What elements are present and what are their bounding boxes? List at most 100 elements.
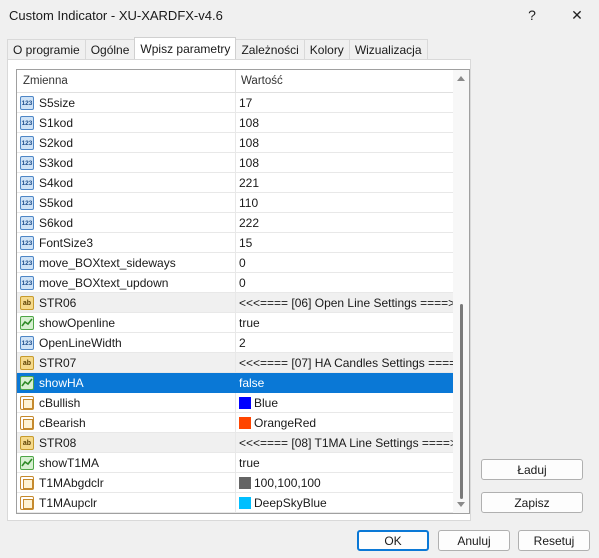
parameter-row[interactable]: showHA false (17, 373, 453, 393)
help-button[interactable]: ? (510, 0, 554, 30)
tab-colors[interactable]: Kolory (303, 39, 350, 59)
parameter-row[interactable]: cBullish Blue (17, 393, 453, 413)
parameter-name: S3kod (39, 156, 74, 170)
load-button[interactable]: Ładuj (481, 459, 583, 480)
parameter-name-cell[interactable]: 123 S5kod (17, 193, 236, 213)
parameter-value-cell[interactable]: OrangeRed (236, 413, 453, 433)
parameter-value-cell[interactable]: 100,100,100 (236, 473, 453, 493)
parameter-row[interactable]: 123 S5size 17 (17, 93, 453, 113)
parameter-name: FontSize3 (39, 236, 94, 250)
parameter-row[interactable]: T1MAbgdclr 100,100,100 (17, 473, 453, 493)
tab-inputs[interactable]: Wpisz parametry (134, 37, 237, 59)
parameter-name-cell[interactable]: cBullish (17, 393, 236, 413)
parameter-row[interactable]: 123 S5kod 110 (17, 193, 453, 213)
parameter-row[interactable]: 123 FontSize3 15 (17, 233, 453, 253)
ok-button[interactable]: OK (357, 530, 429, 551)
parameter-row[interactable]: 123 move_BOXtext_updown 0 (17, 273, 453, 293)
parameter-row[interactable]: showOpenline true (17, 313, 453, 333)
parameter-value: true (239, 456, 260, 470)
parameter-value-cell[interactable]: DeepSkyBlue (236, 493, 453, 513)
boolean-type-icon (20, 456, 34, 470)
parameter-name-cell[interactable]: ab STR06 (17, 293, 236, 313)
parameter-name-cell[interactable]: cBearish (17, 413, 236, 433)
scroll-up-arrow-icon[interactable] (457, 76, 465, 81)
parameter-value-cell[interactable]: 15 (236, 233, 453, 253)
save-button[interactable]: Zapisz (481, 492, 583, 513)
parameter-value: 15 (239, 236, 253, 250)
parameter-row[interactable]: ab STR06 <<<==== [06] Open Line Settings =… (17, 293, 469, 313)
cancel-button[interactable]: Anuluj (438, 530, 510, 551)
parameter-row[interactable]: 123 OpenLineWidth 2 (17, 333, 453, 353)
vertical-scrollbar[interactable] (453, 70, 469, 513)
column-header-value[interactable]: Wartość (241, 75, 283, 87)
parameter-row[interactable]: ab STR08 <<<==== [08] T1MA Line Settings =… (17, 433, 469, 453)
tab-visualization[interactable]: Wizualizacja (348, 39, 428, 59)
parameter-value-cell[interactable]: <<<==== [06] Open Line Settings ====>>> (236, 293, 469, 313)
close-icon: ✕ (571, 6, 583, 23)
parameter-name-cell[interactable]: T1MAupclr (17, 493, 236, 513)
scroll-down-arrow-icon[interactable] (457, 502, 465, 507)
parameter-name-cell[interactable]: 123 S1kod (17, 113, 236, 133)
parameter-value-cell[interactable]: <<<==== [07] HA Candles Settings ====>>> (236, 353, 469, 373)
parameter-row[interactable]: 123 move_BOXtext_sideways 0 (17, 253, 453, 273)
parameter-name-cell[interactable]: T1MAbgdclr (17, 473, 236, 493)
parameter-value-cell[interactable]: 0 (236, 253, 453, 273)
parameter-value-cell[interactable]: 110 (236, 193, 453, 213)
parameter-row[interactable]: 123 S4kod 221 (17, 173, 453, 193)
column-divider[interactable] (235, 70, 236, 93)
parameter-value-cell[interactable]: Blue (236, 393, 453, 413)
tab-about[interactable]: O programie (7, 39, 86, 59)
parameters-grid[interactable]: Zmienna Wartość 123 S5size 17 123 S1kod 108 12… (16, 69, 470, 514)
parameter-row[interactable]: 123 S2kod 108 (17, 133, 453, 153)
grid-rows: 123 S5size 17 123 S1kod 108 123 S2kod 108 123 S3ko… (17, 93, 469, 513)
parameter-value-cell[interactable]: false (236, 373, 453, 393)
parameter-name: showHA (39, 376, 84, 390)
parameter-name-cell[interactable]: 123 S6kod (17, 213, 236, 233)
parameter-name-cell[interactable]: ab STR07 (17, 353, 236, 373)
parameter-name: S2kod (39, 136, 74, 150)
parameter-name: S4kod (39, 176, 74, 190)
parameter-name-cell[interactable]: ab STR08 (17, 433, 236, 453)
parameter-name-cell[interactable]: 123 S2kod (17, 133, 236, 153)
tab-dependencies[interactable]: Zależności (235, 39, 305, 59)
parameter-value-cell[interactable]: 108 (236, 153, 453, 173)
parameter-name-cell[interactable]: 123 FontSize3 (17, 233, 236, 253)
parameter-row[interactable]: ab STR07 <<<==== [07] HA Candles Settings … (17, 353, 469, 373)
parameter-name-cell[interactable]: showOpenline (17, 313, 236, 333)
parameter-row[interactable]: showT1MA true (17, 453, 453, 473)
parameter-name: showT1MA (39, 456, 100, 470)
parameter-name-cell[interactable]: 123 OpenLineWidth (17, 333, 236, 353)
parameter-value-cell[interactable]: 108 (236, 113, 453, 133)
parameter-row[interactable]: 123 S6kod 222 (17, 213, 453, 233)
parameter-value-cell[interactable]: 2 (236, 333, 453, 353)
tab-label: Zależności (241, 42, 299, 57)
parameter-value-cell[interactable]: <<<==== [08] T1MA Line Settings ====>>> (236, 433, 469, 453)
tab-general[interactable]: Ogólne (84, 39, 136, 59)
column-header-variable[interactable]: Zmienna (23, 75, 68, 87)
reset-button[interactable]: Resetuj (518, 530, 590, 551)
parameter-row[interactable]: cBearish OrangeRed (17, 413, 453, 433)
parameter-name-cell[interactable]: 123 S4kod (17, 173, 236, 193)
parameter-name-cell[interactable]: 123 S5size (17, 93, 236, 113)
parameter-value: 222 (239, 216, 260, 230)
parameter-value-cell[interactable]: true (236, 313, 453, 333)
parameter-name-cell[interactable]: 123 move_BOXtext_sideways (17, 253, 236, 273)
close-button[interactable]: ✕ (555, 0, 599, 30)
parameter-row[interactable]: 123 S3kod 108 (17, 153, 453, 173)
parameter-value-cell[interactable]: 0 (236, 273, 453, 293)
scroll-thumb[interactable] (460, 304, 463, 499)
integer-type-icon: 123 (20, 236, 34, 250)
parameter-name-cell[interactable]: 123 S3kod (17, 153, 236, 173)
parameter-value-cell[interactable]: 222 (236, 213, 453, 233)
parameter-name-cell[interactable]: 123 move_BOXtext_updown (17, 273, 236, 293)
parameter-value-cell[interactable]: true (236, 453, 453, 473)
parameter-value-cell[interactable]: 221 (236, 173, 453, 193)
parameter-row[interactable]: T1MAupclr DeepSkyBlue (17, 493, 453, 513)
parameter-value-cell[interactable]: 17 (236, 93, 453, 113)
tab-label: O programie (13, 42, 80, 57)
parameter-value-cell[interactable]: 108 (236, 133, 453, 153)
parameter-value: <<<==== [07] HA Candles Settings ====>>> (239, 356, 470, 370)
parameter-row[interactable]: 123 S1kod 108 (17, 113, 453, 133)
parameter-name-cell[interactable]: showHA (17, 373, 236, 393)
parameter-name-cell[interactable]: showT1MA (17, 453, 236, 473)
